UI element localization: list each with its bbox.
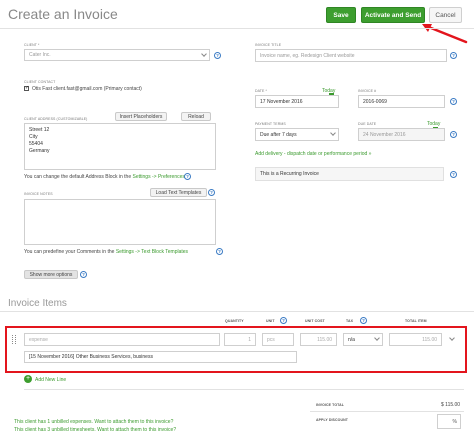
invoice-title-input[interactable]: Invoice name, eg. Redesign Client websit… bbox=[255, 49, 447, 62]
date-input[interactable]: 17 November 2016 bbox=[255, 95, 339, 108]
item-quantity-input[interactable]: 1 bbox=[224, 333, 256, 346]
notes-label: Invoice notes bbox=[24, 192, 53, 196]
page-title: Create an Invoice bbox=[8, 6, 118, 22]
add-icon[interactable]: + bbox=[24, 375, 32, 383]
help-icon[interactable]: ? bbox=[280, 317, 287, 324]
address-line: Germany bbox=[29, 148, 50, 154]
total-divider bbox=[310, 411, 464, 412]
annotation-arrow bbox=[422, 24, 468, 44]
notes-help-prefix: You can predefine your Comments in the bbox=[24, 249, 115, 255]
add-delivery-link[interactable]: Add delivery - dispatch date or performa… bbox=[255, 151, 371, 157]
show-more-options-button[interactable]: Show more options bbox=[24, 270, 78, 279]
payment-terms-select[interactable]: Due after 7 days bbox=[255, 128, 339, 141]
due-date-label: Due date bbox=[358, 122, 377, 126]
invoice-total-label: Invoice total bbox=[316, 403, 345, 407]
contact-checkbox[interactable]: ✓ bbox=[24, 86, 29, 91]
payment-terms-label: Payment terms bbox=[255, 122, 286, 126]
item-total-input[interactable]: 115.00 bbox=[389, 333, 442, 346]
help-icon[interactable]: ? bbox=[450, 52, 457, 59]
help-icon[interactable]: ? bbox=[450, 131, 457, 138]
address-line: City bbox=[29, 134, 38, 140]
help-icon[interactable]: ? bbox=[184, 173, 191, 180]
column-unit: Unit bbox=[266, 319, 275, 323]
column-tax: Tax bbox=[346, 319, 354, 323]
activate-and-send-button[interactable]: Activate and Send bbox=[361, 7, 425, 23]
date-label: Date * bbox=[255, 89, 268, 93]
totals-divider bbox=[24, 389, 464, 390]
help-icon[interactable]: ? bbox=[214, 52, 221, 59]
drag-handle-icon[interactable] bbox=[12, 335, 16, 344]
help-icon[interactable]: ? bbox=[450, 98, 457, 105]
item-name-input[interactable]: expense bbox=[24, 333, 220, 346]
invoice-items-heading: Invoice Items bbox=[8, 298, 67, 309]
header-divider bbox=[0, 28, 474, 29]
help-icon[interactable]: ? bbox=[216, 248, 223, 255]
column-quantity: Quantity bbox=[225, 319, 244, 323]
text-block-templates-link[interactable]: Settings -> Text Block Templates bbox=[116, 249, 188, 255]
item-description-textarea[interactable]: [15 November 2016] Other Business Servic… bbox=[24, 351, 297, 363]
items-divider bbox=[0, 311, 474, 312]
add-new-line-link[interactable]: Add New Line bbox=[35, 377, 66, 383]
invoice-number-label: Invoice # bbox=[358, 89, 377, 93]
discount-input[interactable]: % bbox=[437, 414, 461, 429]
contact-value: Otis Fast client.fast@gmail.com (Primary… bbox=[32, 86, 142, 92]
insert-placeholders-button[interactable]: Insert Placeholders bbox=[115, 112, 167, 121]
help-icon[interactable]: ? bbox=[450, 171, 457, 178]
address-help-prefix: You can change the default Address Block… bbox=[24, 174, 132, 180]
item-unit-input[interactable]: pcs bbox=[262, 333, 294, 346]
unbilled-expenses-notice[interactable]: This client has 1 unbilled expenses. Wan… bbox=[14, 419, 173, 425]
address-line: Street 12 bbox=[29, 127, 50, 133]
save-button[interactable]: Save bbox=[326, 7, 356, 23]
address-label: Client address (customizable) bbox=[24, 117, 88, 121]
client-select[interactable]: Cater Inc. bbox=[24, 49, 210, 61]
recurring-invoice-toggle[interactable]: This is a Recurring Invoice bbox=[255, 167, 444, 181]
column-unit-cost: Unit cost bbox=[305, 319, 325, 323]
reload-button[interactable]: Reload bbox=[181, 112, 211, 121]
apply-discount-label: Apply discount bbox=[316, 418, 348, 422]
load-text-templates-button[interactable]: Load Text Templates bbox=[150, 188, 207, 197]
column-total-item: Total item bbox=[405, 319, 427, 323]
notes-textarea[interactable] bbox=[24, 199, 216, 245]
address-help-text: You can change the default Address Block… bbox=[24, 174, 185, 180]
settings-preferences-link[interactable]: Settings -> Preferences bbox=[133, 174, 185, 180]
help-icon[interactable]: ? bbox=[80, 271, 87, 278]
due-date-input[interactable]: 24 November 2016 bbox=[358, 128, 445, 141]
notes-help-text: You can predefine your Comments in the S… bbox=[24, 249, 188, 255]
client-label: Client * bbox=[24, 43, 40, 47]
help-icon[interactable]: ? bbox=[360, 317, 367, 324]
address-textarea[interactable]: Street 12 City 55404 Germany bbox=[24, 123, 216, 170]
cancel-button[interactable]: Cancel bbox=[429, 7, 462, 23]
unbilled-timesheets-notice[interactable]: This client has 3 unbilled timesheets. W… bbox=[14, 427, 176, 433]
item-unit-cost-input[interactable]: 115.00 bbox=[300, 333, 337, 346]
address-line: 55404 bbox=[29, 141, 43, 147]
help-icon[interactable]: ? bbox=[208, 189, 215, 196]
invoice-title-label: Invoice title bbox=[255, 43, 282, 47]
client-contact-label: Client contact bbox=[24, 80, 56, 84]
invoice-number-input[interactable]: 2016-0069 bbox=[358, 95, 445, 108]
invoice-total-value: $ 115.00 bbox=[441, 402, 461, 408]
